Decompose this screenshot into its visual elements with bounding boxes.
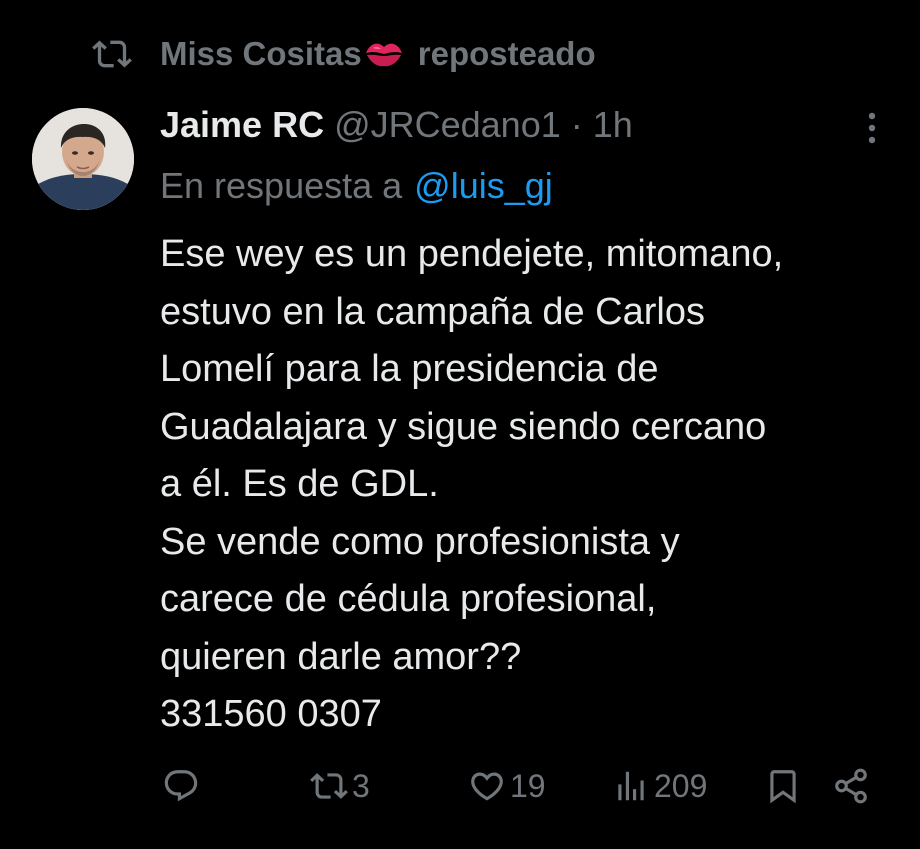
action-bar: 3 19 209 <box>160 760 880 812</box>
separator-dot: · <box>570 104 583 145</box>
profile-photo <box>32 108 134 210</box>
repost-count: 3 <box>352 767 370 804</box>
tweet-text-line: Se vende como profesionista y <box>160 520 680 563</box>
repost-button[interactable]: 3 <box>310 760 370 812</box>
tweet-text-line: quieren darle amor?? <box>160 635 522 678</box>
views-icon <box>618 771 644 801</box>
bookmark-icon <box>770 770 796 804</box>
tweet-timestamp[interactable]: 1h <box>593 104 633 146</box>
tweet-text-line: Lomelí para la presidencia de <box>160 348 659 390</box>
tweet-header: Jaime RC @JRCedano1 · 1h <box>160 98 633 152</box>
heart-icon <box>471 772 503 801</box>
like-button[interactable]: 19 <box>468 760 546 812</box>
reply-button[interactable] <box>162 760 200 812</box>
repost-icon <box>310 773 348 799</box>
tweet-text-line: carece de cédula profesional, <box>160 578 657 620</box>
tweet-text: Ese wey es un pendejete, mitomano, estuv… <box>160 226 905 744</box>
repost-icon <box>92 40 132 68</box>
tweet-screen: Miss Cositas reposteado Jaime RC @JRCeda… <box>0 0 920 849</box>
repost-label: reposteado <box>417 35 596 72</box>
views-count: 209 <box>654 767 708 804</box>
tweet-text-line: Ese wey es un pendejete, mitomano, <box>160 233 784 275</box>
reply-context: En respuesta a @luis_gj <box>160 160 553 212</box>
reply-mention-link[interactable]: @luis_gj <box>414 165 553 207</box>
bookmark-button[interactable] <box>764 760 802 812</box>
author-handle[interactable]: @JRCedano1 <box>334 104 561 146</box>
share-icon <box>835 768 867 804</box>
more-options-button[interactable] <box>852 108 892 148</box>
reply-prefix: En respuesta a <box>160 165 403 206</box>
tweet-text-line: a él. Es de GDL. <box>160 463 439 505</box>
kiss-mark-icon <box>365 43 402 67</box>
repost-banner[interactable]: Miss Cositas reposteado <box>92 28 596 80</box>
author-display-name[interactable]: Jaime RC <box>160 104 324 146</box>
more-vertical-icon <box>868 112 876 144</box>
avatar[interactable] <box>32 108 134 210</box>
views-button[interactable]: 209 <box>612 760 707 812</box>
tweet-text-line: 331560 0307 <box>160 693 382 735</box>
reposter-name[interactable]: Miss Cositas <box>160 35 362 73</box>
like-count: 19 <box>510 767 546 804</box>
share-button[interactable] <box>832 760 870 812</box>
tweet-text-line: Guadalajara y sigue siendo cercano <box>160 405 767 448</box>
tweet-text-line: estuvo en la campaña de Carlos <box>160 290 705 333</box>
reply-icon <box>164 770 198 802</box>
